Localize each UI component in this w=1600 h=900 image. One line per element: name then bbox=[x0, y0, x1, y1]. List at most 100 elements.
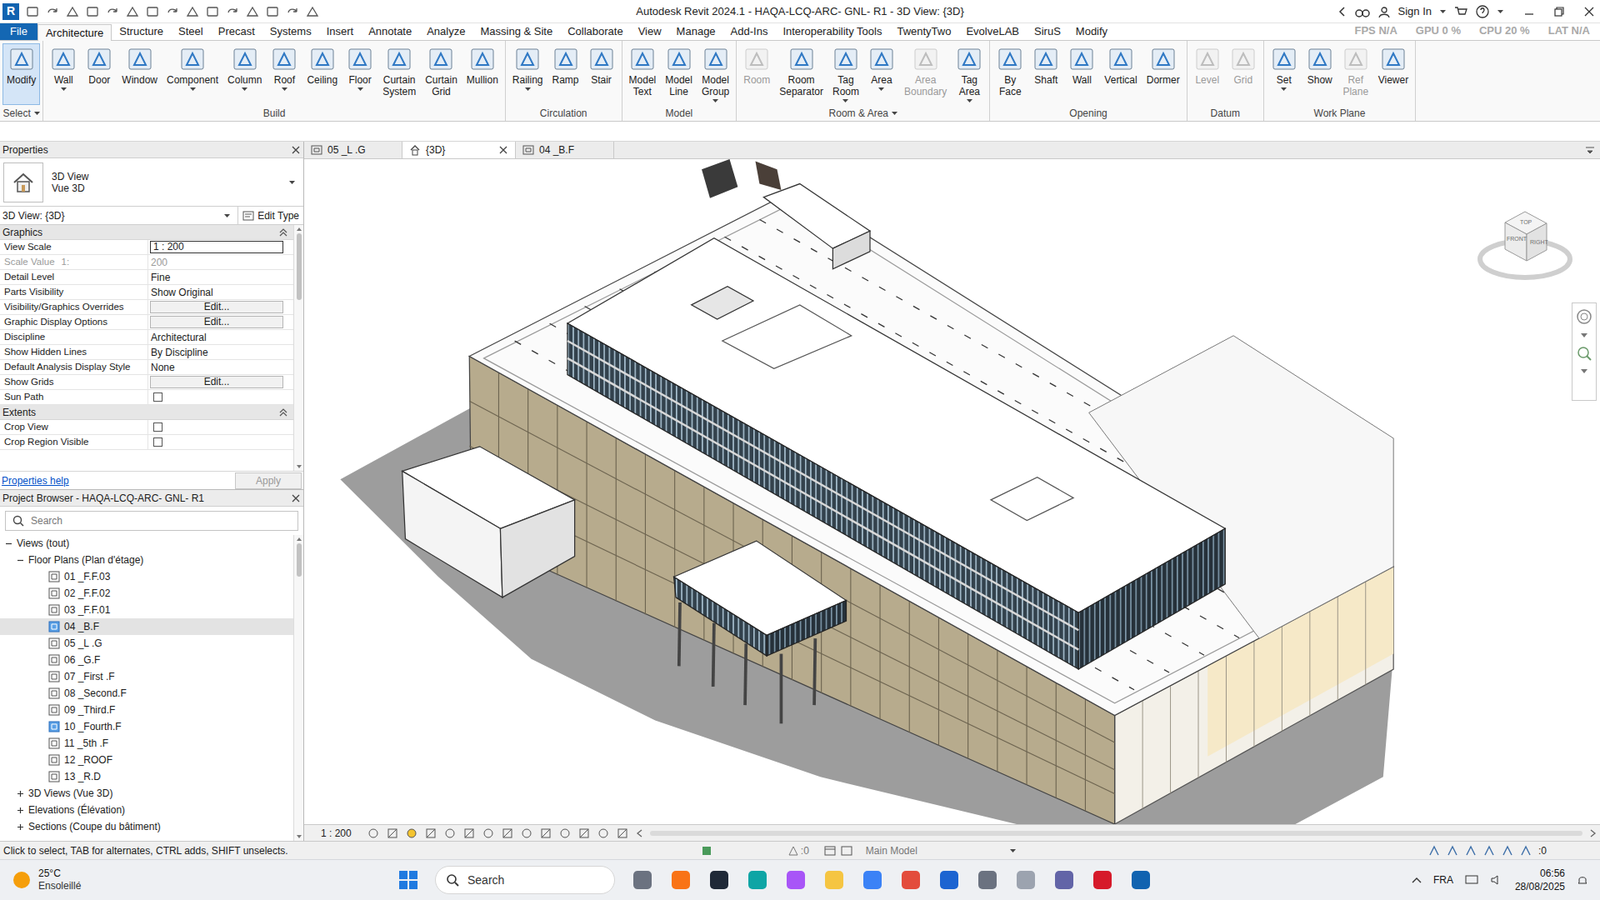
dormer-button[interactable]: Dormer bbox=[1142, 43, 1185, 105]
level-button[interactable]: Level bbox=[1190, 43, 1225, 105]
close-window-icon[interactable] bbox=[1583, 5, 1595, 18]
pinned-icon[interactable] bbox=[1465, 845, 1477, 857]
dimension-icon[interactable] bbox=[165, 5, 180, 19]
vertical-button[interactable]: Vertical bbox=[1100, 43, 1141, 105]
underlay-icon[interactable] bbox=[1446, 845, 1459, 857]
area-boundary-button[interactable]: Area Boundary bbox=[900, 43, 951, 105]
tree-item[interactable]: 02 _F.F.02 bbox=[0, 585, 294, 602]
ref-plane-button[interactable]: Ref Plane bbox=[1338, 43, 1374, 105]
print-icon[interactable] bbox=[125, 5, 140, 19]
scroll-up-icon[interactable] bbox=[295, 226, 303, 232]
dropdown-arrow-icon[interactable] bbox=[966, 99, 973, 103]
viewer-button[interactable]: Viewer bbox=[1374, 43, 1413, 105]
property-value[interactable]: Fine bbox=[150, 270, 171, 285]
game-bar-icon[interactable] bbox=[708, 869, 730, 891]
network-icon[interactable] bbox=[1465, 874, 1479, 886]
show-button[interactable]: Show bbox=[1302, 43, 1338, 105]
property-group[interactable]: Extents bbox=[0, 405, 294, 420]
property-input[interactable]: 1 : 200 bbox=[150, 240, 284, 254]
wall-button[interactable]: Wall bbox=[45, 43, 81, 105]
dropdown-arrow-icon[interactable] bbox=[289, 180, 295, 185]
redo-icon[interactable] bbox=[105, 5, 120, 19]
tag-area-button[interactable]: Tag Area bbox=[951, 43, 987, 105]
switch-windows-icon[interactable] bbox=[285, 5, 300, 19]
filter-icon[interactable] bbox=[1520, 845, 1532, 857]
restore-icon[interactable] bbox=[1553, 5, 1565, 18]
model-line-button[interactable]: Model Line bbox=[660, 43, 697, 105]
edit-button[interactable]: Edit... bbox=[150, 300, 284, 314]
dropdown-arrow-icon[interactable] bbox=[525, 87, 531, 91]
curtain-system-button[interactable]: Curtain System bbox=[378, 43, 420, 105]
property-group[interactable]: Graphics bbox=[0, 225, 294, 240]
ribbon-tab[interactable]: Interoperability Tools bbox=[775, 23, 890, 40]
dropdown-arrow-icon[interactable] bbox=[60, 87, 67, 91]
panel-label[interactable]: Circulation bbox=[540, 105, 588, 121]
floor-button[interactable]: Floor bbox=[342, 43, 378, 105]
panel-dropdown-icon[interactable] bbox=[891, 111, 898, 115]
edit-button[interactable]: Edit... bbox=[150, 315, 284, 329]
worksharing-icon[interactable] bbox=[787, 845, 800, 857]
ribbon-tab[interactable]: Structure bbox=[111, 23, 171, 40]
open-icon[interactable] bbox=[25, 5, 40, 19]
curtain-grid-button[interactable]: Curtain Grid bbox=[420, 43, 462, 105]
tree-item[interactable]: 12 _ROOF bbox=[0, 751, 294, 769]
sign-in-button[interactable]: Sign In bbox=[1398, 3, 1432, 20]
sun-path-icon[interactable] bbox=[405, 827, 418, 840]
collapse-arrow-icon[interactable] bbox=[1338, 6, 1347, 17]
close-icon[interactable] bbox=[290, 493, 301, 504]
render-icon[interactable] bbox=[444, 827, 456, 840]
grid-button[interactable]: Grid bbox=[1225, 43, 1261, 105]
scroll-thumb[interactable] bbox=[296, 233, 302, 300]
navigation-bar[interactable] bbox=[1571, 302, 1597, 401]
dropdown-arrow-icon[interactable] bbox=[224, 214, 230, 218]
ribbon-tab[interactable]: Massing & Site bbox=[472, 23, 560, 40]
text-icon[interactable] bbox=[185, 5, 200, 19]
ribbon-tab[interactable]: Annotate bbox=[360, 23, 420, 40]
by-face-button[interactable]: By Face bbox=[992, 43, 1028, 105]
task-view-icon[interactable] bbox=[631, 869, 654, 891]
apply-button[interactable]: Apply bbox=[235, 472, 302, 490]
collapse-icon[interactable] bbox=[279, 228, 288, 237]
chrome-icon[interactable] bbox=[900, 869, 922, 891]
panel-label[interactable]: Work Plane bbox=[1314, 105, 1366, 121]
analytical-model-icon[interactable] bbox=[578, 827, 590, 840]
ribbon-tab[interactable]: TwentyTwo bbox=[889, 23, 959, 40]
room-separator-button[interactable]: Room Separator bbox=[775, 43, 828, 105]
panel-label[interactable]: Opening bbox=[1069, 105, 1107, 121]
tag-room-button[interactable]: Tag Room bbox=[828, 43, 864, 105]
detail-level-icon[interactable] bbox=[367, 827, 380, 840]
room-button[interactable]: Room bbox=[739, 43, 775, 105]
shaft-button[interactable]: Shaft bbox=[1028, 43, 1064, 105]
tree-item[interactable]: Elevations (Élévation) bbox=[0, 801, 294, 819]
roof-button[interactable]: Roof bbox=[266, 43, 302, 105]
tree-item[interactable]: 09 _Third.F bbox=[0, 701, 294, 719]
property-value[interactable]: By Discipline bbox=[150, 345, 210, 360]
panel-label[interactable]: Build bbox=[263, 105, 286, 121]
tree-item[interactable]: 03 _F.F.01 bbox=[0, 601, 294, 619]
collapse-icon[interactable] bbox=[279, 408, 288, 417]
ribbon-tab[interactable]: Steel bbox=[170, 23, 211, 40]
scroll-up-icon[interactable] bbox=[295, 536, 303, 542]
checkbox[interactable] bbox=[153, 392, 163, 402]
constraints-icon[interactable] bbox=[616, 827, 629, 840]
railing-button[interactable]: Railing bbox=[508, 43, 548, 105]
checkbox[interactable] bbox=[153, 437, 163, 447]
section-icon[interactable] bbox=[225, 5, 240, 19]
tree-item[interactable]: 04 _B.F bbox=[0, 618, 294, 635]
windows-start-icon[interactable] bbox=[398, 870, 419, 890]
close-tab-icon[interactable] bbox=[498, 145, 509, 155]
search-input[interactable] bbox=[30, 513, 291, 529]
zoom-icon[interactable] bbox=[1576, 345, 1592, 361]
property-value[interactable]: None bbox=[150, 360, 176, 375]
area-button[interactable]: Area bbox=[864, 43, 900, 105]
crop-region-icon[interactable] bbox=[482, 827, 495, 840]
clock[interactable]: 06:5628/08/2025 bbox=[1515, 866, 1565, 894]
wall-button[interactable]: Wall bbox=[1064, 43, 1100, 105]
microphone-icon[interactable] bbox=[670, 869, 692, 891]
dropdown-arrow-icon[interactable] bbox=[281, 87, 288, 91]
opera-icon[interactable] bbox=[1091, 869, 1114, 891]
binoculars-icon[interactable] bbox=[1355, 5, 1370, 18]
dropdown-arrow-icon[interactable] bbox=[712, 99, 719, 103]
input-language[interactable]: FRA bbox=[1433, 872, 1454, 888]
ramp-button[interactable]: Ramp bbox=[548, 43, 584, 105]
